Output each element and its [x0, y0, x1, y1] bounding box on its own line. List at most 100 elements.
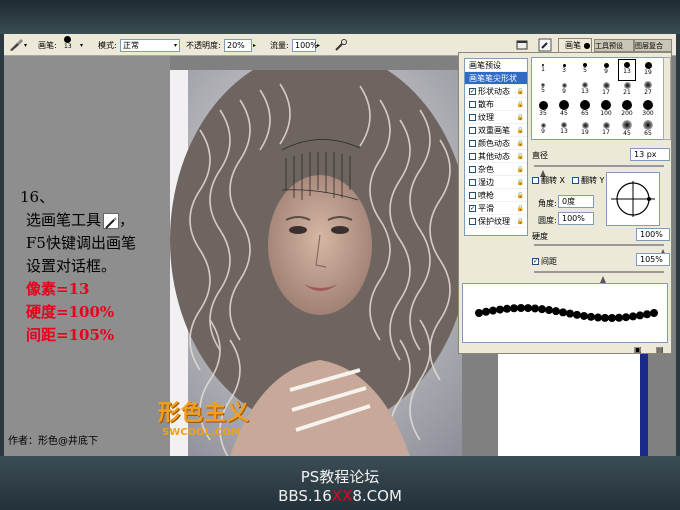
brush-angle-widget[interactable]	[606, 172, 660, 226]
spacing-slider[interactable]	[534, 271, 664, 273]
brush-preset[interactable]: 19	[577, 120, 593, 140]
brush-preset[interactable]: 17	[598, 80, 614, 100]
brush-list-item[interactable]: 纹理 🔒	[465, 111, 527, 124]
spacing-slider-thumb[interactable]	[600, 268, 606, 283]
brush-palette-icon[interactable]	[538, 38, 554, 52]
checkbox[interactable]	[469, 139, 476, 147]
brush-list-item[interactable]: 散布 🔒	[465, 98, 527, 111]
checkbox[interactable]	[469, 152, 476, 160]
brush-list-item[interactable]: 湿边 🔒	[465, 176, 527, 189]
lock-icon[interactable]: 🔒	[517, 114, 524, 121]
angle-field[interactable]: 0度	[558, 195, 594, 208]
trash-icon[interactable]: ▤	[656, 345, 664, 354]
lock-icon[interactable]: 🔒	[517, 127, 524, 134]
checkbox[interactable]: ✓	[469, 87, 476, 95]
lock-icon[interactable]: 🔒	[517, 218, 524, 225]
tab-tool-presets[interactable]: 工具预设	[594, 39, 634, 52]
preset-scrollbar[interactable]	[663, 57, 671, 140]
tab-brushes[interactable]: 画笔 ●	[558, 38, 592, 52]
opacity-field[interactable]: 20% ▸	[224, 38, 256, 52]
chevron-right-icon[interactable]: ▸	[317, 42, 320, 49]
checkbox[interactable]	[469, 100, 476, 108]
brush-preset[interactable]: 1	[535, 60, 551, 80]
hardness-slider[interactable]	[534, 244, 664, 246]
stroke-dot	[545, 306, 553, 315]
checkbox[interactable]	[469, 113, 476, 121]
checkbox[interactable]	[469, 178, 476, 186]
checkbox[interactable]	[469, 126, 476, 134]
brush-preset[interactable]: 13	[556, 120, 572, 140]
brush-preset[interactable]: 200	[619, 100, 635, 120]
brush-preset[interactable]: 45	[556, 100, 572, 120]
brush-preset[interactable]: 13	[618, 59, 636, 81]
airbrush-icon[interactable]	[334, 38, 348, 52]
brush-preset[interactable]: 35	[535, 100, 551, 120]
flow-field[interactable]: 100% ▸	[292, 38, 320, 52]
new-brush-icon[interactable]: ▣	[634, 345, 642, 354]
checkbox[interactable]	[469, 217, 476, 225]
brush-list-item[interactable]: 画笔预设	[465, 59, 527, 72]
preset-size-label: 9	[604, 67, 608, 75]
lock-icon[interactable]: 🔒	[517, 101, 524, 108]
tab-layer-comps[interactable]: 图层复合	[634, 39, 672, 52]
brush-preset[interactable]: 100	[598, 100, 614, 120]
brush-list-item[interactable]: 杂色 🔒	[465, 163, 527, 176]
brush-preset[interactable]: 3	[556, 60, 572, 80]
lock-icon[interactable]: 🔒	[517, 88, 524, 95]
brush-preset[interactable]: 21	[619, 80, 635, 100]
brush-list-item[interactable]: ✓ 平滑 🔒	[465, 202, 527, 215]
brush-preset[interactable]: 5	[577, 60, 593, 80]
footer-url[interactable]: BBS.16XX8.COM	[0, 487, 680, 505]
brush-preset[interactable]: 27	[640, 80, 656, 100]
stroke-dot	[573, 310, 581, 319]
chevron-down-icon[interactable]: ▾	[80, 38, 83, 52]
brush-list-item[interactable]: ✓ 形状动态 🔒	[465, 85, 527, 98]
stroke-dot	[650, 309, 658, 317]
lock-icon[interactable]: 🔒	[517, 205, 524, 212]
brush-list-item[interactable]: 喷枪 🔒	[465, 189, 527, 202]
flip-x-toggle[interactable]: 翻转 X	[532, 175, 565, 186]
brush-preset[interactable]: 65	[577, 100, 593, 120]
mode-select[interactable]: 正常 ▾	[120, 38, 180, 52]
brush-preset[interactable]: 9	[556, 80, 572, 100]
brush-preset[interactable]: 9	[535, 120, 551, 140]
checkbox[interactable]: ✓	[469, 204, 476, 212]
flip-y-toggle[interactable]: 翻转 Y	[572, 175, 604, 186]
roundness-field[interactable]: 100%	[558, 212, 594, 225]
hardness-slider-thumb[interactable]	[660, 241, 666, 256]
spacing-field[interactable]: 105%	[636, 253, 670, 266]
brush-preset[interactable]: 5	[535, 80, 551, 100]
brush-list-item[interactable]: 画笔笔尖形状	[465, 72, 527, 85]
brush-list-item[interactable]: 颜色动态 🔒	[465, 137, 527, 150]
stroke-dot	[622, 313, 630, 322]
brush-list-label: 保护纹理	[478, 216, 510, 226]
brush-preset[interactable]: 9	[598, 60, 614, 80]
spacing-toggle[interactable]: ✓ 间距	[532, 256, 557, 267]
checkbox[interactable]	[469, 165, 476, 173]
tutorial-line-2: F5快键调出画笔	[26, 234, 136, 252]
brush-preset[interactable]: 13	[577, 80, 593, 100]
lock-icon[interactable]: 🔒	[517, 166, 524, 173]
chevron-right-icon[interactable]: ▸	[253, 42, 256, 49]
brush-preset[interactable]: 45	[619, 120, 635, 140]
brush-list-item[interactable]: 保护纹理 🔒	[465, 215, 527, 228]
brush-preset[interactable]: 17	[598, 120, 614, 140]
brush-preset[interactable]: 19	[640, 60, 656, 80]
brush-list-item[interactable]: 其他动态 🔒	[465, 150, 527, 163]
diameter-slider[interactable]	[534, 165, 664, 167]
diameter-slider-thumb[interactable]	[540, 162, 546, 177]
preset-size-label: 65	[581, 110, 589, 117]
lock-icon[interactable]: 🔒	[517, 192, 524, 199]
lock-icon[interactable]: 🔒	[517, 179, 524, 186]
lock-icon[interactable]: 🔒	[517, 140, 524, 147]
brush-preset[interactable]: 300	[640, 100, 656, 120]
checkbox[interactable]	[469, 191, 476, 199]
palette-well-icon[interactable]	[516, 38, 528, 52]
diameter-field[interactable]: 13 px	[630, 148, 670, 161]
brush-preset-picker[interactable]: 13	[64, 36, 72, 50]
brush-list-item[interactable]: 双重画笔 🔒	[465, 124, 527, 137]
hardness-field[interactable]: 100%	[636, 228, 670, 241]
brush-preset[interactable]: 65	[640, 120, 656, 140]
brush-tool-icon[interactable]: ▾	[8, 38, 27, 52]
lock-icon[interactable]: 🔒	[517, 153, 524, 160]
